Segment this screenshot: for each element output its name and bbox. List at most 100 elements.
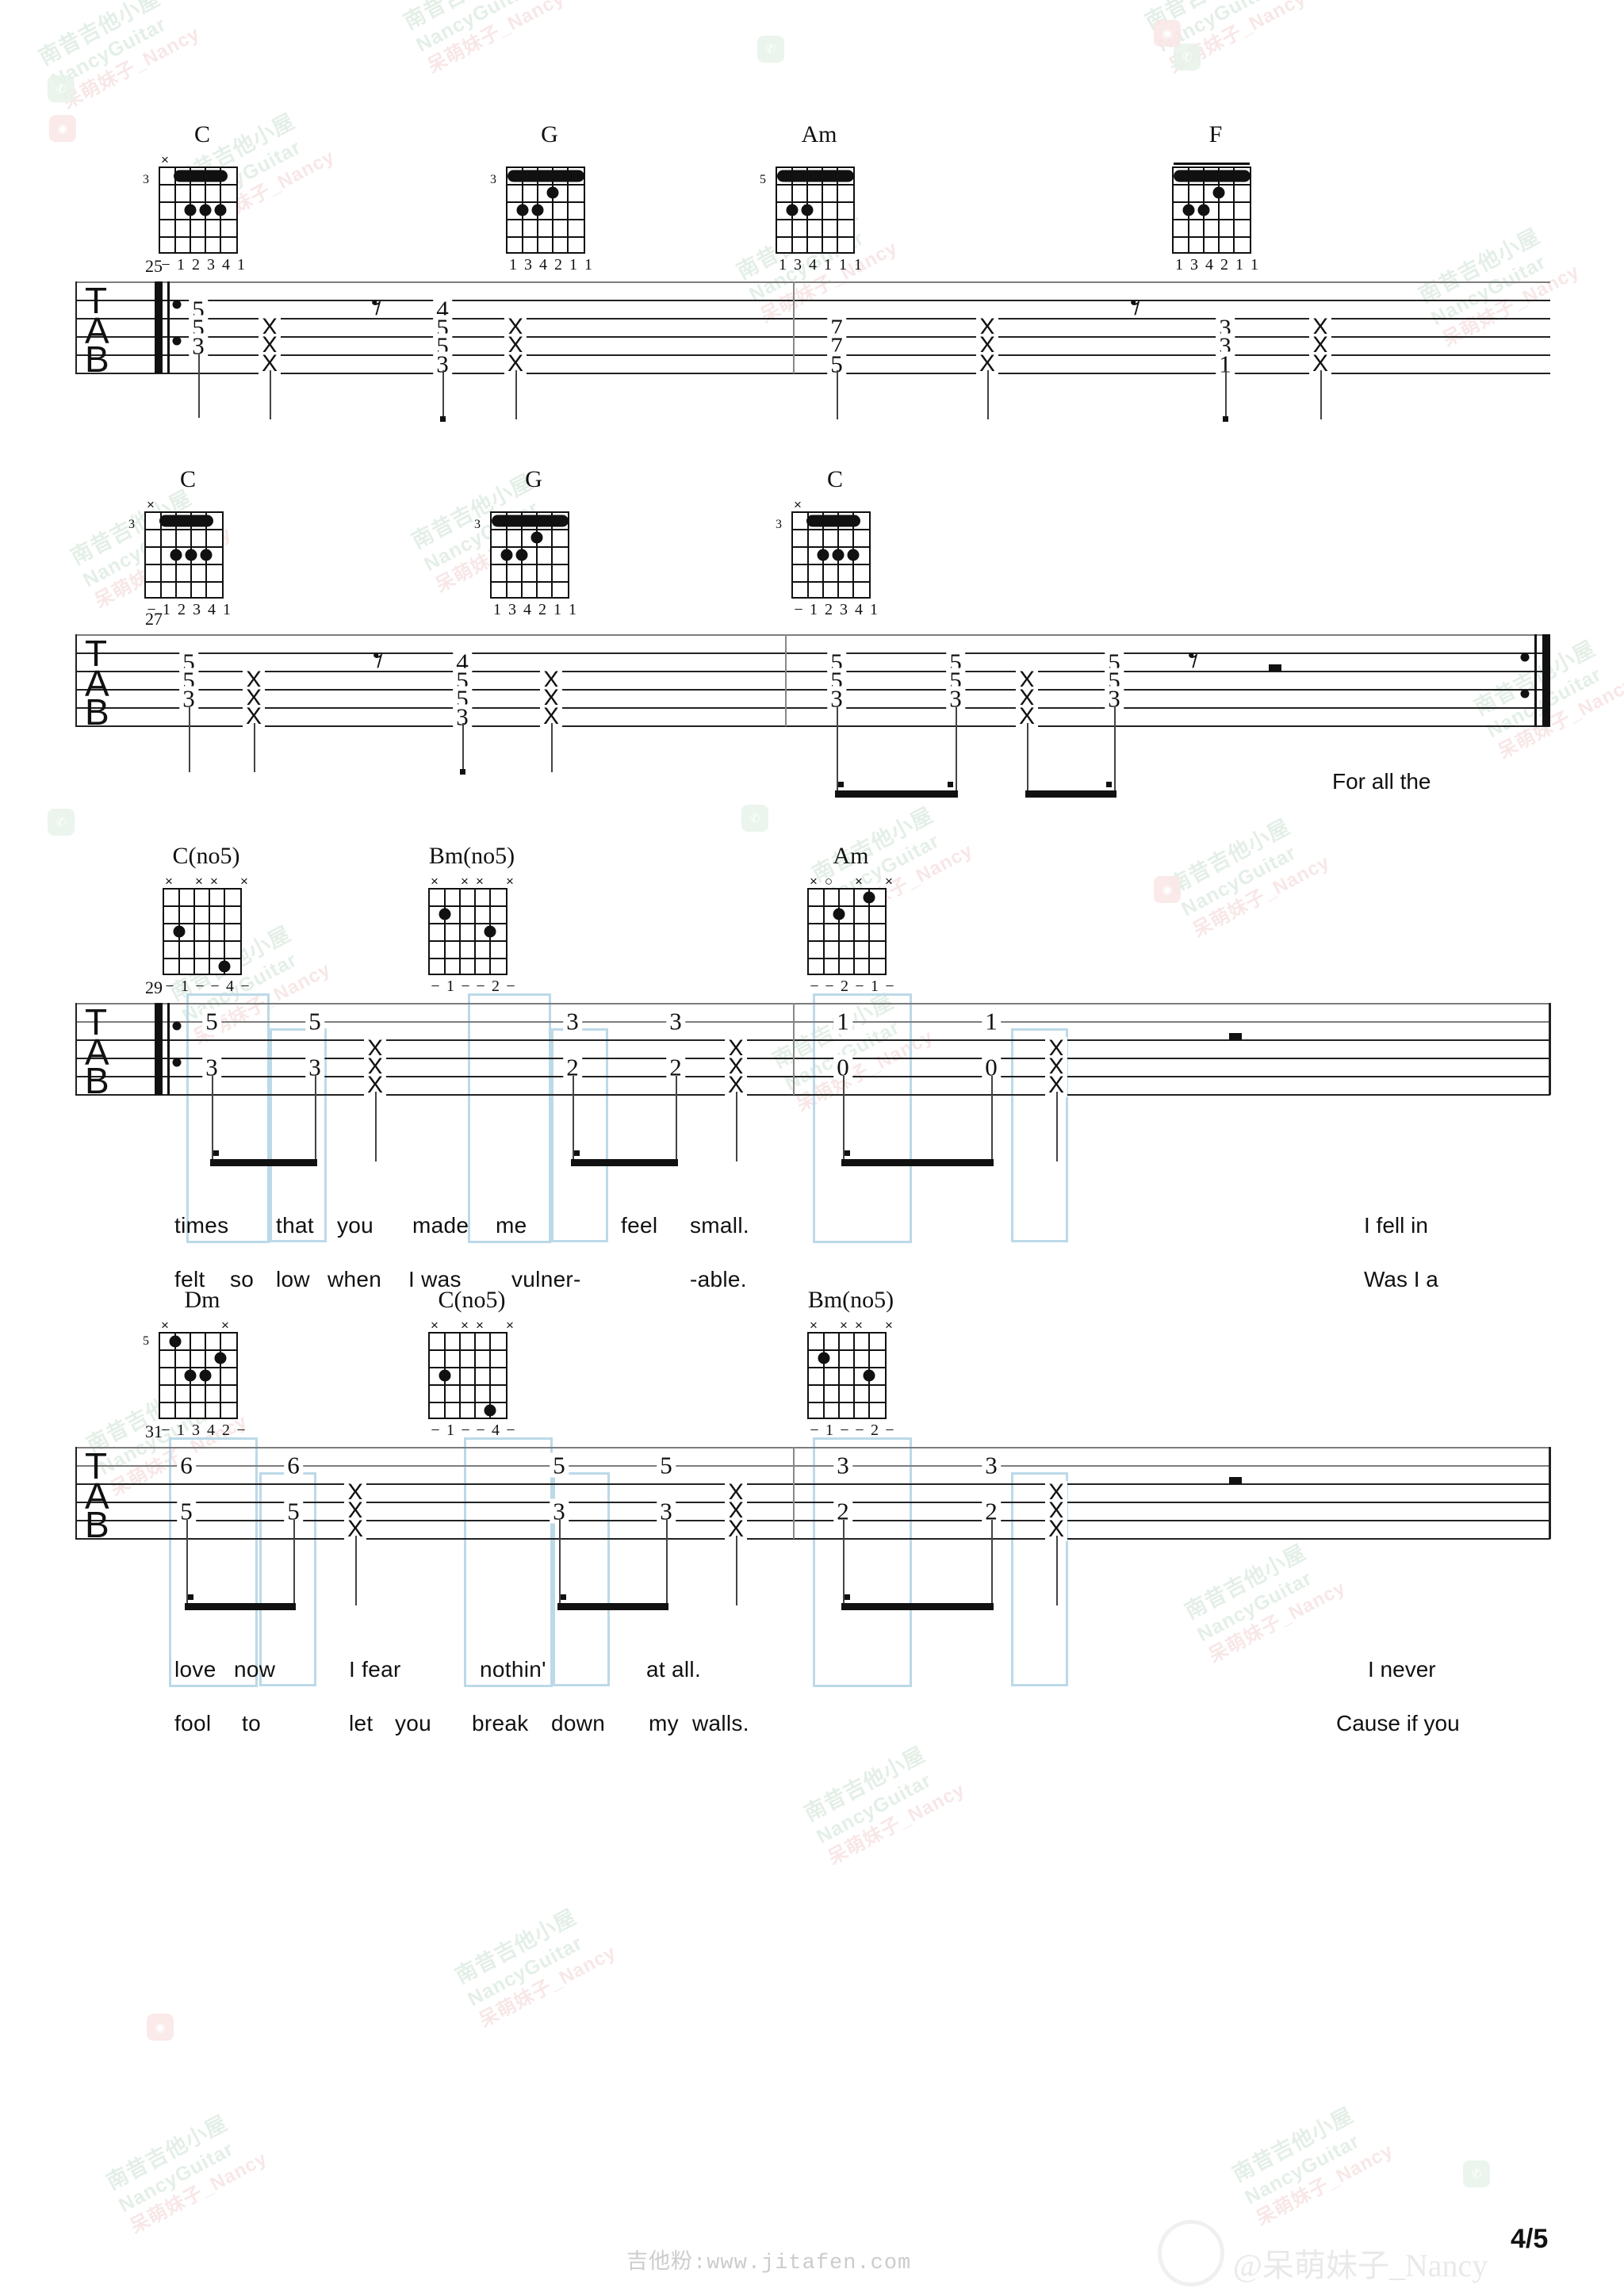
beam [1025, 790, 1116, 798]
chord-diagram-am: Am × ○ × × − −2 −1− [807, 844, 894, 995]
finger-dot [530, 531, 543, 544]
finger-dot [218, 960, 231, 973]
lyric-word: you [395, 1711, 432, 1735]
lyric-word: when [327, 1267, 382, 1292]
tab-note: 3 [982, 1452, 1001, 1478]
lyric-word: let [349, 1711, 373, 1735]
chord-name: C(no5) [172, 843, 240, 869]
page-number: 4/5 [1511, 2224, 1549, 2254]
fret-number: 5 [143, 1334, 149, 1348]
chord-diagram-dm: Dm × × 5 −1 3 4 2− [143, 1288, 246, 1440]
finger-dot [863, 1369, 875, 1382]
finger-dot [169, 1335, 182, 1348]
watermark: 南昔吉他小屋NancyGuitar呆萌妹子_Nancy [400, 0, 569, 78]
muted-string-marker: × [855, 1318, 863, 1333]
weibo-badge-icon: ◉ [1154, 20, 1181, 47]
barre-marker [159, 515, 213, 527]
muted-string-marker: × [221, 1318, 229, 1333]
lyric-word: love [174, 1657, 216, 1682]
watermark: 南昔吉他小屋NancyGuitar呆萌妹子_Nancy [102, 2110, 271, 2238]
chord-name: Bm(no5) [807, 1287, 894, 1313]
finger-numbers: −1− −4− [431, 1422, 515, 1439]
finger-dot [200, 549, 213, 561]
weibo-badge-icon: ◉ [1154, 876, 1181, 903]
finger-dot [439, 908, 451, 920]
tab-note: 6 [177, 1452, 196, 1478]
lyric-word: you [337, 1213, 374, 1238]
chord-diagram-g: G 3 134 211 [490, 121, 593, 274]
chord-diagram-c: C × 3 −1 2 341 [776, 466, 879, 619]
finger-numbers: 134 211 [1175, 256, 1258, 274]
finger-numbers: − −2 −1− [810, 978, 894, 995]
repeat-dot [172, 300, 182, 309]
tab-clef-b: B [85, 1504, 109, 1545]
muted-string-marker: × [794, 497, 802, 512]
barre-marker [508, 170, 584, 182]
wechat-badge-icon: ✆ [48, 809, 75, 836]
finger-dot [199, 204, 212, 216]
open-string-marker: ○ [824, 874, 833, 889]
finger-dot [546, 186, 559, 199]
finger-dot [173, 925, 186, 938]
beam [185, 1603, 296, 1610]
beam [841, 1603, 994, 1610]
finger-dot [786, 204, 799, 216]
chord-diagram-bmno5: Bm(no5) × × × × −1− −2− [428, 844, 515, 995]
tab-note: 1 [833, 1008, 852, 1034]
repeat-dot [172, 1021, 182, 1031]
finger-numbers: −1 3 4 2− [161, 1422, 246, 1439]
pickup-lyric: I never [1368, 1657, 1436, 1682]
pickup-lyric: I fell in [1364, 1213, 1428, 1238]
finger-dot [484, 1404, 496, 1417]
weibo-logo-icon [1158, 2220, 1224, 2286]
measure-number: 29 [145, 978, 163, 997]
finger-dot [214, 204, 227, 216]
muted-string-marker: × [885, 1318, 893, 1333]
lyric-word: now [234, 1657, 276, 1682]
finger-numbers: −1− −2− [810, 1422, 894, 1439]
finger-numbers: −1− −2− [431, 978, 515, 995]
chord-name: Am [833, 843, 869, 869]
tab-system-31: 31 T A B 6 5 6 5 X X X 5 3 5 3 X X X 3 2… [75, 1422, 1551, 1735]
tab-clef-b: B [85, 691, 109, 733]
finger-dot [833, 908, 845, 920]
half-rest [1229, 1033, 1242, 1040]
muted-string-marker: × [476, 874, 484, 889]
repeat-dot [172, 1058, 182, 1067]
chord-name: C [826, 466, 843, 492]
finger-dot [516, 204, 529, 216]
watermark: 南昔吉他小屋NancyGuitar呆萌妹子_Nancy [1165, 814, 1334, 942]
beam [210, 1159, 317, 1166]
chord-diagram-cno5: C(no5) × × × × −1− −4− [163, 844, 250, 995]
chord-name: Bm(no5) [428, 843, 515, 869]
lyric-word: made [412, 1213, 469, 1238]
finger-numbers: 134 111 [779, 256, 862, 274]
chord-name: G [541, 121, 558, 147]
fret-number: 5 [760, 173, 766, 186]
finger-dot [214, 1352, 227, 1364]
chord-diagram-bmno5: Bm(no5) × × × × −1− −2− [807, 1288, 894, 1439]
muted-string-marker: × [195, 874, 203, 889]
chord-name: C [193, 121, 210, 147]
fret-number: 3 [776, 518, 782, 531]
tab-note: 6 [284, 1452, 303, 1478]
lyric-word: me [496, 1213, 527, 1238]
finger-dot [184, 1369, 197, 1382]
tab-note: 3 [833, 1452, 852, 1478]
wechat-badge-icon: ✆ [1463, 2160, 1490, 2187]
tab-note: 3 [666, 1008, 685, 1034]
eighth-rest: 𝄾 [371, 286, 382, 331]
fret-number: 3 [490, 173, 496, 186]
weibo-handle: @呆萌妹子_Nancy [1233, 2248, 1488, 2283]
repeat-dot [1520, 652, 1530, 662]
lyric-word: I fear [349, 1657, 401, 1682]
chord-diagram-cno5: C(no5) × × × × −1− −4− [428, 1288, 515, 1439]
chord-diagram-am: Am 5 134 111 [760, 123, 863, 274]
tab-note: 5 [657, 1452, 676, 1478]
chord-name: C(no5) [438, 1287, 506, 1313]
wechat-badge-icon: ✆ [48, 75, 75, 102]
wechat-badge-icon: ✆ [1174, 44, 1201, 71]
muted-string-marker: × [855, 874, 863, 889]
tab-note: 5 [550, 1452, 569, 1478]
tab-clef-b: B [85, 1060, 109, 1101]
